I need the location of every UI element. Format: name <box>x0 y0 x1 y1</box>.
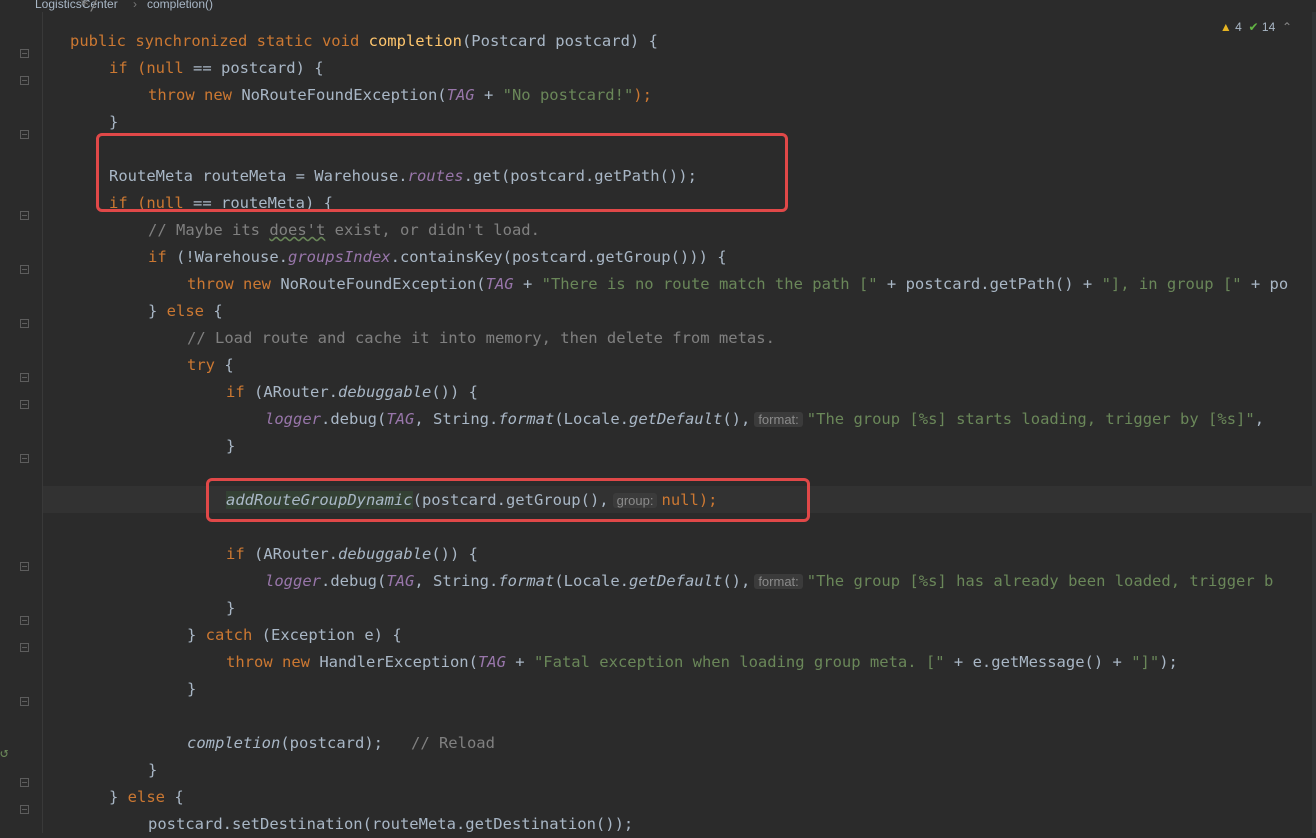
parameter-hint: format: <box>754 574 803 589</box>
code-line: // Load route and cache it into memory, … <box>187 329 775 347</box>
code-line: } <box>109 113 119 131</box>
code-line: } <box>226 437 236 455</box>
fold-icon[interactable] <box>20 805 29 814</box>
code-line: if (null == postcard) { <box>109 59 324 77</box>
fold-icon[interactable] <box>20 211 29 220</box>
fold-icon[interactable] <box>20 49 29 58</box>
recursive-call-icon[interactable]: ↺ <box>0 745 8 761</box>
fold-icon[interactable] <box>20 76 29 85</box>
code-line: public synchronized static void completi… <box>70 32 658 50</box>
warning-count: 4 <box>1235 20 1242 34</box>
code-line: } catch (Exception e) { <box>187 626 402 644</box>
inspection-widget[interactable]: ▲ 4 ✔ 14 ⌃ <box>1220 20 1292 34</box>
ok-count: 14 <box>1261 20 1276 34</box>
code-line: } <box>148 761 158 779</box>
check-icon: ✔ <box>1248 20 1259 34</box>
fold-icon[interactable] <box>20 454 29 463</box>
code-line: } <box>187 680 197 698</box>
chevron-up-icon[interactable]: ⌃ <box>1282 20 1292 34</box>
code-line: if (ARouter.debuggable()) { <box>226 545 478 563</box>
gutter-divider <box>42 12 43 833</box>
editor-gutter[interactable]: ↺ <box>0 12 42 833</box>
breadcrumb-class[interactable]: LogisticsCenter <box>35 0 118 10</box>
breadcrumb-separator: › <box>133 0 137 11</box>
code-line: logger.debug(TAG, String.format(Locale.g… <box>265 572 1274 590</box>
code-line: try { <box>187 356 234 374</box>
code-line: */ <box>80 0 99 14</box>
annotation-box-route-lookup <box>96 133 788 212</box>
warning-triangle-icon: ▲ <box>1219 20 1232 34</box>
annotation-box-dynamic-group <box>206 478 810 522</box>
parameter-hint: format: <box>754 412 803 427</box>
breadcrumb: LogisticsCenter › completion() <box>0 0 1316 12</box>
fold-icon[interactable] <box>20 400 29 409</box>
code-line: } else { <box>148 302 223 320</box>
code-line: logger.debug(TAG, String.format(Locale.g… <box>265 410 1265 428</box>
fold-icon[interactable] <box>20 130 29 139</box>
code-line: throw new NoRouteFoundException(TAG + "N… <box>148 86 652 104</box>
code-line: if (!Warehouse.groupsIndex.containsKey(p… <box>148 248 727 266</box>
code-line: throw new NoRouteFoundException(TAG + "T… <box>187 275 1289 293</box>
code-line: postcard.setDestination(routeMeta.getDes… <box>148 815 634 833</box>
error-stripe[interactable] <box>1312 12 1316 833</box>
fold-icon[interactable] <box>20 616 29 625</box>
code-line: if (ARouter.debuggable()) { <box>226 383 478 401</box>
code-line: } else { <box>109 788 184 806</box>
code-line: throw new HandlerException(TAG + "Fatal … <box>226 653 1178 671</box>
fold-icon[interactable] <box>20 697 29 706</box>
breadcrumb-method[interactable]: completion() <box>147 0 213 10</box>
fold-icon[interactable] <box>20 643 29 652</box>
code-line: // Maybe its does't exist, or didn't loa… <box>148 221 540 239</box>
fold-icon[interactable] <box>20 319 29 328</box>
fold-icon[interactable] <box>20 373 29 382</box>
code-line: completion(postcard); // Reload <box>187 734 495 752</box>
fold-icon[interactable] <box>20 265 29 274</box>
fold-icon[interactable] <box>20 562 29 571</box>
fold-icon[interactable] <box>20 778 29 787</box>
code-line: } <box>226 599 236 617</box>
